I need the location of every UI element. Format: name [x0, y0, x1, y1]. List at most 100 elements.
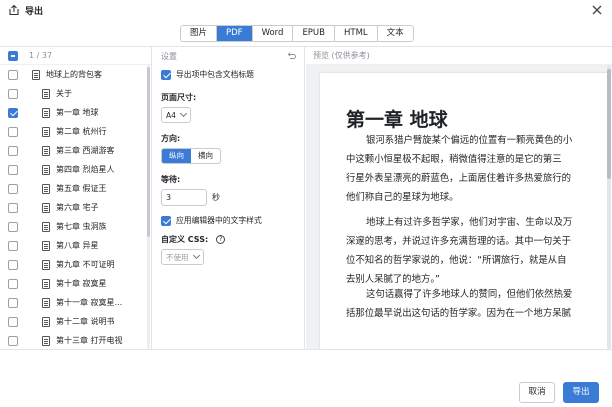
list-item-label: 地球上的背包客	[46, 70, 102, 79]
item-checkbox[interactable]	[8, 297, 18, 308]
list-item-label: 第九章 不可证明	[56, 260, 115, 269]
list-item[interactable]: 第六章 宅子	[0, 198, 151, 217]
list-item[interactable]: 第十章 寂寞星	[0, 274, 151, 293]
paragraph-line: 括那位最早说出这句话的哲学家。因为在一个地方呆腻	[346, 308, 572, 319]
preview-panel: 预览 (仅供参考) 第一章 地球 银河系猎户臂旋某个偏远的位置有一颗亮黄色的小中…	[306, 47, 612, 349]
chevron-down-icon	[192, 251, 200, 259]
wait-value: 3	[166, 193, 172, 202]
list-item[interactable]: 第九章 不可证明	[0, 255, 151, 274]
paragraph-line: 行星外表呈漂亮的蔚蓝色，上面居住着许多热爱旅行的	[346, 173, 572, 184]
list-item-label: 第十章 寂寞星	[56, 279, 107, 288]
document-icon	[42, 202, 50, 213]
export-button[interactable]: 导出	[563, 382, 599, 403]
list-item[interactable]: 第二章 杭州行	[0, 122, 151, 141]
tab-epub[interactable]: EPUB	[292, 26, 334, 41]
settings-section-label: 设置	[161, 51, 177, 61]
list-item-label: 第六章 宅子	[56, 203, 99, 212]
list-item-label: 第十二章 说明书	[56, 317, 115, 326]
direction-toggle: 纵向 横向	[161, 148, 221, 164]
tree-scrollbar[interactable]	[147, 65, 150, 349]
list-item[interactable]: 第十二章 说明书	[0, 312, 151, 331]
document-icon	[42, 297, 50, 308]
document-icon	[42, 240, 50, 251]
list-item-label: 第三章 西湖游客	[56, 146, 115, 155]
document-tree: 1 / 37 地球上的背包客 关于 第一章 地球 第二章 杭州行 第三章 西湖游客 第四章…	[0, 47, 152, 349]
list-item[interactable]: 第三章 西湖游客	[0, 141, 151, 160]
settings-panel: 设置 导出项中包含文档标题 页面尺寸: A4 方向: 纵向 横向 等待: 3 秒…	[153, 47, 305, 349]
paragraph-line: 地球上有过许多哲学家，他们对宇宙、生命以及万	[366, 217, 573, 228]
tab-html[interactable]: HTML	[334, 26, 377, 41]
tab-text[interactable]: 文本	[376, 26, 413, 41]
page-size-select[interactable]: A4	[161, 107, 191, 123]
list-item-label: 第十一章 寂寞星...	[56, 298, 123, 307]
wait-input[interactable]: 3	[161, 189, 207, 206]
item-checkbox[interactable]	[8, 202, 18, 213]
list-item[interactable]: 第七章 虫洞族	[0, 217, 151, 236]
preview-heading: 第一章 地球	[346, 109, 448, 131]
paragraph-line: 深邃的思考，并说过许多充满哲理的话。其中一句关于	[346, 236, 572, 247]
item-checkbox[interactable]	[8, 221, 18, 232]
help-icon[interactable]: ?	[216, 235, 226, 244]
list-item-label: 第十三章 打开电视	[56, 336, 123, 345]
document-icon	[42, 126, 50, 137]
editor-style-label: 应用编辑器中的文字样式	[176, 216, 262, 225]
divider	[0, 349, 612, 350]
list-item-label: 第四章 烈焰星人	[56, 165, 115, 174]
paragraph-line: 位不知名的哲学家说的，他说：“所谓旅行，就是从自	[346, 255, 567, 266]
page-size-label: 页面尺寸:	[161, 93, 197, 102]
tree-list: 地球上的背包客关于 第一章 地球第二章 杭州行 第三章 西湖游客 第四章 烈焰星人第五…	[0, 65, 151, 349]
wait-unit: 秒	[212, 193, 220, 202]
document-icon	[42, 145, 50, 156]
document-icon	[42, 88, 50, 99]
item-checkbox[interactable]	[8, 164, 18, 175]
tab-pdf[interactable]: PDF	[216, 26, 252, 41]
document-icon	[32, 69, 40, 80]
list-item[interactable]: 第十三章 打开电视	[0, 331, 151, 349]
editor-style-checkbox[interactable]	[161, 215, 171, 226]
item-checkbox[interactable]	[8, 335, 18, 346]
direction-portrait[interactable]: 纵向	[162, 149, 191, 163]
item-checkbox[interactable]	[8, 316, 18, 327]
preview-scrollbar[interactable]	[607, 65, 611, 349]
list-item[interactable]: 关于	[0, 84, 151, 103]
item-checkbox[interactable]	[8, 126, 18, 137]
select-all-checkbox[interactable]	[8, 50, 18, 61]
list-item[interactable]: 第四章 烈焰星人	[0, 160, 151, 179]
list-item[interactable]: 第八章 异星	[0, 236, 151, 255]
item-checkbox[interactable]	[8, 88, 18, 99]
list-item[interactable]: 第五章 假证王	[0, 179, 151, 198]
preview-page: 第一章 地球 银河系猎户臂旋某个偏远的位置有一颗亮黄色的小 中这颗小恒星极不起眼，…	[320, 73, 612, 349]
close-icon[interactable]	[590, 3, 604, 17]
tab-image[interactable]: 图片	[181, 26, 217, 41]
list-item[interactable]: 第一章 地球	[0, 103, 151, 122]
cancel-button[interactable]: 取消	[519, 382, 555, 403]
list-item-label: 第二章 杭州行	[56, 127, 107, 136]
paragraph-line: 银河系猎户臂旋某个偏远的位置有一颗亮黄色的小	[366, 135, 573, 146]
item-checkbox[interactable]	[8, 240, 18, 251]
document-icon	[42, 316, 50, 327]
item-checkbox[interactable]	[8, 259, 18, 270]
reset-icon[interactable]	[287, 52, 296, 60]
item-checkbox[interactable]	[8, 107, 18, 118]
item-checkbox[interactable]	[8, 69, 18, 80]
document-icon	[42, 335, 50, 346]
document-icon	[42, 221, 50, 232]
custom-css-select[interactable]: 不使用	[161, 249, 204, 265]
page-size-value: A4	[166, 110, 176, 120]
include-title-checkbox[interactable]	[161, 69, 171, 80]
paragraph-line: 他们称自己的星球为地球。	[346, 192, 459, 203]
list-item[interactable]: 地球上的背包客	[0, 65, 151, 84]
tab-word[interactable]: Word	[251, 26, 293, 41]
format-tabs: 图片 PDF Word EPUB HTML 文本	[180, 25, 414, 42]
wait-label: 等待:	[161, 175, 181, 184]
item-checkbox[interactable]	[8, 145, 18, 156]
list-item[interactable]: 第十一章 寂寞星...	[0, 293, 151, 312]
document-icon	[42, 278, 50, 289]
include-title-label: 导出项中包含文档标题	[176, 70, 254, 79]
item-checkbox[interactable]	[8, 278, 18, 289]
title-bar: 导出	[0, 0, 612, 20]
item-checkbox[interactable]	[8, 183, 18, 194]
direction-landscape[interactable]: 横向	[191, 149, 220, 163]
list-item-label: 第七章 虫洞族	[56, 222, 107, 231]
document-icon	[42, 183, 50, 194]
